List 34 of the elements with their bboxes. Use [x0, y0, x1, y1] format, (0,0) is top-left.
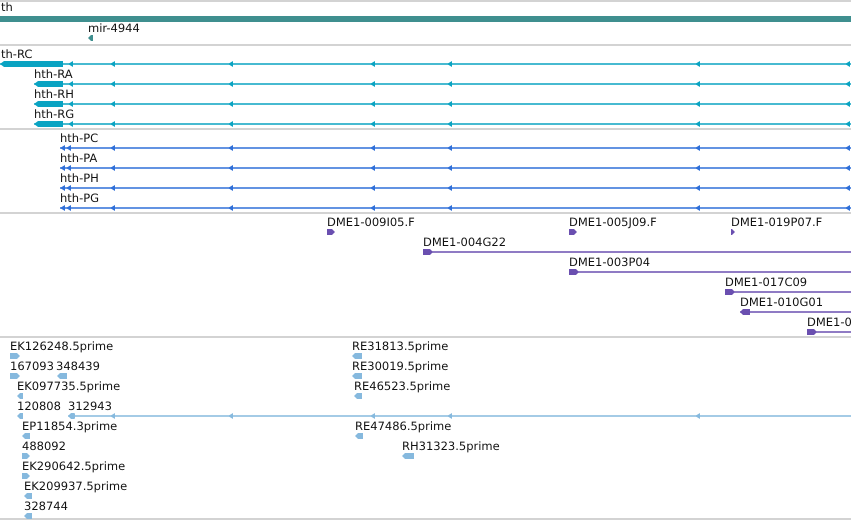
feature-label: EK126248.5prime: [10, 339, 114, 353]
feature-label: DME1-004G22: [423, 235, 506, 249]
feature-label: 488092: [22, 439, 66, 453]
feature-label: RE31813.5prime: [352, 339, 448, 353]
feature-label: DME1-009I05.F: [327, 215, 415, 229]
feature-label: RE30019.5prime: [352, 359, 448, 373]
feature-label: RE47486.5prime: [355, 419, 452, 433]
feature-label: hth-PG: [60, 191, 100, 205]
feature-label: th-RC: [1, 47, 32, 61]
feature-label: DME1-019P07.F: [731, 215, 822, 229]
feature-label: DME1-017C09: [725, 275, 808, 289]
feature-label: hth-RG: [34, 107, 74, 121]
feature-label: 167093: [10, 359, 54, 373]
feature-label: 120808: [17, 399, 61, 413]
feature-label: 348439: [56, 359, 100, 373]
feature-label: hth-RA: [34, 67, 73, 81]
feature-label: hth-PA: [60, 151, 98, 165]
feature-label: hth-PC: [60, 131, 98, 145]
feature-label: DME1-005J09.F: [569, 215, 657, 229]
feature-label: RH31323.5prime: [402, 439, 500, 453]
feature-label: hth-RH: [34, 87, 74, 101]
feature-label: 312943: [68, 399, 112, 413]
feature-label: EK097735.5prime: [17, 379, 120, 393]
feature-label: 328744: [24, 499, 68, 513]
feature-label: EK290642.5prime: [22, 459, 126, 473]
feature-label: EP11854.3prime: [22, 419, 118, 433]
feature-label: DME1-003P04: [569, 255, 650, 269]
feature-label: th: [1, 0, 13, 14]
feature-label: mir-4944: [88, 21, 140, 35]
feature-label: DME1-010G01: [740, 295, 824, 309]
feature-label: EK209937.5prime: [24, 479, 128, 493]
feature-label: hth-PH: [60, 171, 99, 185]
feature-label: RE46523.5prime: [354, 379, 450, 393]
feature-label: DME1-0: [807, 315, 851, 329]
